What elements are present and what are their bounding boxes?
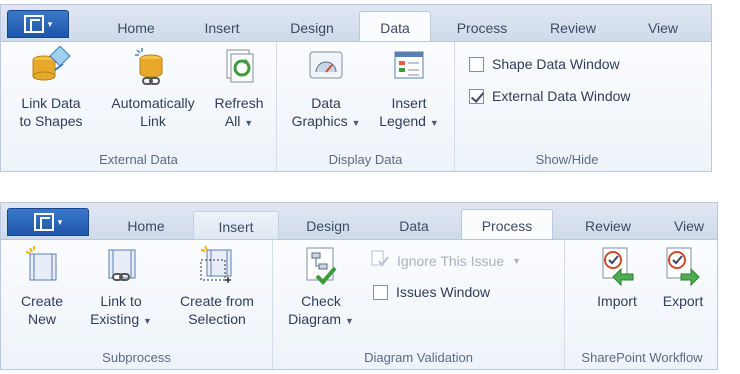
tab-review[interactable]: Review xyxy=(567,211,649,241)
tab-process[interactable]: Process xyxy=(461,209,553,242)
link-existing-label-2: Existing xyxy=(90,311,140,327)
create-new-button[interactable]: Create New xyxy=(9,244,75,328)
import-label: Import xyxy=(597,293,637,309)
ribbon-body: Link Data to Shapes Automatically Link R… xyxy=(0,41,712,172)
check-diagram-icon xyxy=(301,244,341,288)
file-menu-button[interactable]: ▾ xyxy=(7,10,69,38)
link-data-icon xyxy=(31,45,71,90)
create-from-selection-button[interactable]: Create from Selection xyxy=(167,244,267,328)
issues-window-checkbox[interactable]: Issues Window xyxy=(373,284,490,300)
ribbon-body: Create New Link to Existing ▼ Create fro… xyxy=(0,239,718,370)
tab-view[interactable]: View xyxy=(623,13,703,43)
ribbon-data: ▾ Home Insert Design Data Process Review… xyxy=(0,4,712,172)
ribbon-process: ▾ Home Insert Design Data Process Review… xyxy=(0,202,718,370)
data-graphics-icon xyxy=(306,46,346,90)
issues-window-label: Issues Window xyxy=(396,284,491,300)
tab-data[interactable]: Data xyxy=(377,211,451,241)
create-new-label-1: Create xyxy=(20,293,64,309)
create-new-subprocess-icon xyxy=(22,244,62,288)
auto-link-label-2: Link xyxy=(140,113,166,129)
auto-link-label-1: Automatically xyxy=(111,95,195,111)
group-label-show-hide: Show/Hide xyxy=(535,152,599,167)
external-data-window-label: External Data Window xyxy=(492,88,631,104)
link-data-label-2: to Shapes xyxy=(19,113,83,129)
export-icon xyxy=(663,244,703,288)
group-external-data: Link Data to Shapes Automatically Link R… xyxy=(1,42,277,171)
group-label-display-data: Display Data xyxy=(328,152,403,167)
dropdown-arrow-icon: ▼ xyxy=(344,316,354,326)
import-icon xyxy=(597,244,637,288)
dropdown-arrow-icon: ▼ xyxy=(244,118,254,128)
export-label: Export xyxy=(662,293,704,309)
group-label-external-data: External Data xyxy=(99,152,178,167)
link-to-existing-button[interactable]: Link to Existing ▼ xyxy=(79,244,163,330)
group-display-data: Data Graphics ▼ Insert Legend ▼ Display … xyxy=(277,42,455,171)
data-graphics-label-1: Data xyxy=(311,95,341,111)
link-data-label-1: Link Data xyxy=(21,95,81,111)
legend-icon xyxy=(389,46,429,90)
refresh-all-button[interactable]: Refresh All ▼ xyxy=(207,46,271,132)
check-diagram-label-1: Check xyxy=(301,293,341,309)
tab-design[interactable]: Design xyxy=(271,13,353,43)
insert-legend-label-1: Insert xyxy=(391,95,427,111)
group-subprocess: Create New Link to Existing ▼ Create fro… xyxy=(1,240,273,369)
visio-logo-icon xyxy=(23,15,44,33)
tab-review[interactable]: Review xyxy=(533,13,613,43)
create-from-selection-icon xyxy=(197,244,237,288)
auto-link-icon xyxy=(133,46,173,90)
refresh-label-2: All xyxy=(224,113,241,129)
export-button[interactable]: Export xyxy=(651,244,715,310)
dropdown-arrow-icon: ▼ xyxy=(512,255,522,266)
automatically-link-button[interactable]: Automatically Link xyxy=(99,46,207,130)
tab-design[interactable]: Design xyxy=(289,211,367,241)
import-button[interactable]: Import xyxy=(587,244,647,310)
insert-legend-label-2: Legend xyxy=(379,113,426,129)
create-selection-label-2: Selection xyxy=(188,311,246,327)
tab-home[interactable]: Home xyxy=(97,13,175,43)
tab-data[interactable]: Data xyxy=(359,11,431,44)
create-new-label-2: New xyxy=(27,311,56,327)
link-existing-label-1: Link to xyxy=(100,293,142,309)
group-show-hide: Shape Data Window External Data Window S… xyxy=(455,42,679,171)
visio-logo-icon xyxy=(33,213,54,231)
dropdown-arrow-icon: ▼ xyxy=(351,118,361,128)
dropdown-arrow-icon: ▼ xyxy=(143,316,152,326)
ignore-this-issue-button[interactable]: Ignore This Issue ▼ xyxy=(371,250,521,271)
external-data-window-checkbox[interactable]: External Data Window xyxy=(469,88,631,104)
ignore-issue-label: Ignore This Issue xyxy=(397,252,505,269)
group-label-diagram-validation: Diagram Validation xyxy=(364,350,473,365)
ignore-issue-icon xyxy=(371,250,389,271)
group-diagram-validation: Check Diagram ▼ Ignore This Issue ▼ Issu… xyxy=(273,240,565,369)
tab-home[interactable]: Home xyxy=(109,211,183,241)
data-graphics-label-2: Graphics xyxy=(291,113,348,129)
checkbox-unchecked-icon xyxy=(373,284,388,300)
create-selection-label-1: Create from xyxy=(180,293,254,309)
checkbox-unchecked-icon xyxy=(469,56,484,72)
group-sharepoint-workflow: Import Export SharePoint Workflow xyxy=(565,240,719,369)
checkbox-checked-icon xyxy=(469,88,484,104)
check-diagram-label-2: Diagram xyxy=(288,311,342,327)
tab-view[interactable]: View xyxy=(659,211,719,241)
group-label-sharepoint-workflow: SharePoint Workflow xyxy=(581,350,703,365)
tab-insert[interactable]: Insert xyxy=(183,13,261,43)
dropdown-arrow-icon: ▼ xyxy=(429,118,439,128)
data-graphics-button[interactable]: Data Graphics ▼ xyxy=(285,46,367,132)
link-existing-icon xyxy=(101,244,141,288)
shape-data-window-label: Shape Data Window xyxy=(492,56,620,72)
group-label-subprocess: Subprocess xyxy=(102,350,171,365)
link-data-to-shapes-button[interactable]: Link Data to Shapes xyxy=(9,45,93,130)
refresh-icon xyxy=(219,46,259,90)
tab-bar: ▾ Home Insert Design Data Process Review… xyxy=(0,202,719,242)
refresh-label-1: Refresh xyxy=(214,95,264,111)
tab-bar: ▾ Home Insert Design Data Process Review… xyxy=(0,4,712,44)
insert-legend-button[interactable]: Insert Legend ▼ xyxy=(371,46,447,132)
shape-data-window-checkbox[interactable]: Shape Data Window xyxy=(469,56,620,72)
check-diagram-button[interactable]: Check Diagram ▼ xyxy=(281,244,361,330)
chevron-down-icon: ▾ xyxy=(57,216,63,227)
tab-process[interactable]: Process xyxy=(441,13,523,43)
chevron-down-icon: ▾ xyxy=(47,18,53,29)
file-menu-button[interactable]: ▾ xyxy=(7,208,89,236)
tab-insert[interactable]: Insert xyxy=(193,211,279,241)
